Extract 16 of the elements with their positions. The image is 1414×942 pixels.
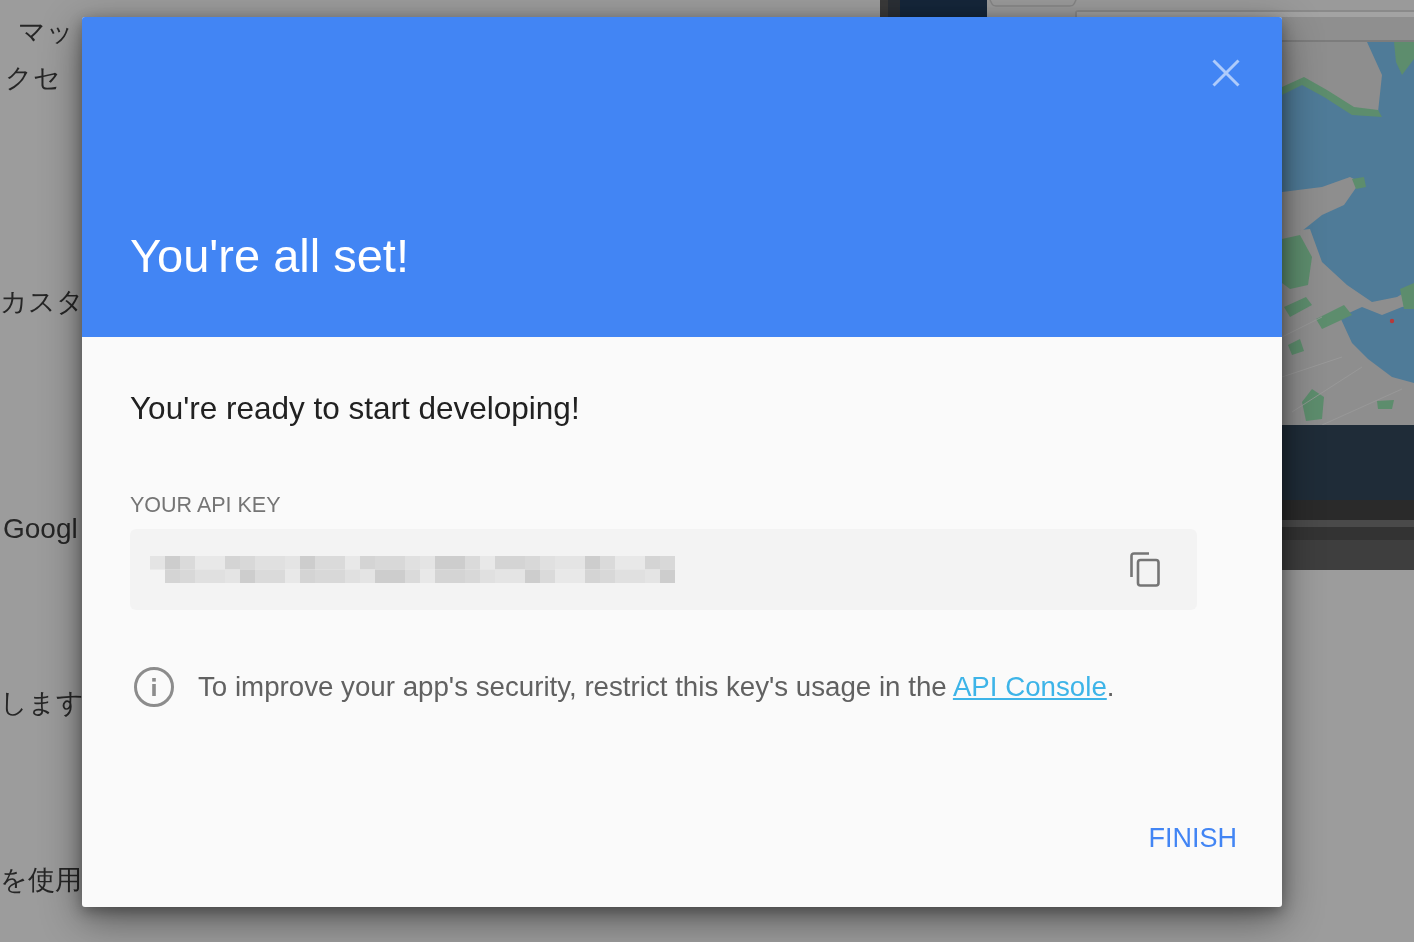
finish-button[interactable]: FINISH: [1132, 815, 1253, 861]
info-icon: [134, 667, 174, 707]
background-text: クセ: [4, 62, 61, 95]
api-key-field[interactable]: [130, 529, 1197, 610]
background-text: します: [0, 687, 84, 720]
dialog-title: You're all set!: [130, 229, 409, 283]
background-text: マッ: [17, 16, 74, 49]
security-notice: To improve your app's security, restrict this key's usage in the API Console.: [198, 670, 1115, 704]
api-key-label: YOUR API KEY: [130, 492, 281, 518]
close-icon[interactable]: [1212, 59, 1240, 87]
background-text: カスタ: [0, 286, 84, 319]
copy-icon[interactable]: [1130, 552, 1160, 587]
api-console-link[interactable]: API Console: [952, 671, 1107, 702]
background-text: を使用: [0, 864, 82, 897]
background-text: Googl: [2, 512, 78, 546]
dialog-message: You're ready to start developing!: [130, 390, 580, 426]
